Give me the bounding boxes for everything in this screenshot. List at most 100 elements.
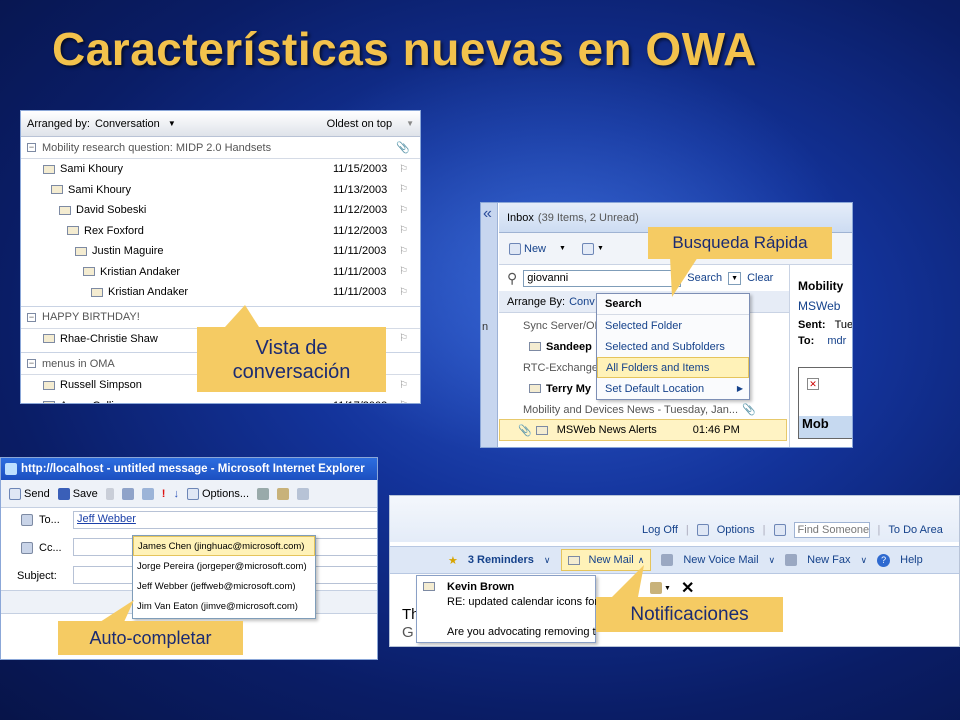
search-icon[interactable]: ⚲ xyxy=(507,270,517,287)
message-row[interactable]: David Sobeski 11/12/2003 ⚐ xyxy=(21,200,420,221)
flag-icon[interactable]: ⚐ xyxy=(399,266,408,277)
options-button[interactable]: Options... xyxy=(186,487,249,500)
conversation-group-header[interactable]: − Mobility research question: MIDP 2.0 Ha… xyxy=(21,137,420,159)
importance-high-icon[interactable]: ! xyxy=(162,488,166,500)
flag-icon[interactable]: ⚐ xyxy=(399,380,408,391)
address-book-icon[interactable] xyxy=(121,487,134,500)
address-book-icon[interactable] xyxy=(773,524,786,536)
search-input[interactable]: giovanni xyxy=(523,269,682,287)
dropdown-item[interactable]: All Folders and Items xyxy=(597,357,749,378)
save-button-label: Save xyxy=(72,487,98,500)
new-voice-mail-button[interactable]: New Voice Mail xyxy=(683,554,758,566)
send-button-label: Send xyxy=(24,487,50,500)
to-recipient[interactable]: Jeff Webber xyxy=(77,513,136,525)
spelling-icon[interactable] xyxy=(297,487,310,500)
to-label[interactable]: To... xyxy=(39,514,60,526)
bell-icon: ★ xyxy=(448,554,458,567)
chevron-down-icon[interactable]: ▼ xyxy=(664,585,671,592)
collapse-icon[interactable]: − xyxy=(27,359,36,368)
options-link[interactable]: Options xyxy=(717,524,755,536)
message-row[interactable]: Sami Khoury 11/13/2003 ⚐ xyxy=(21,180,420,201)
to-field[interactable]: Jeff Webber xyxy=(73,511,377,529)
collapse-icon[interactable]: « xyxy=(481,203,497,222)
flag-icon[interactable]: ⚐ xyxy=(399,333,408,344)
arranged-by-value[interactable]: Conversation xyxy=(95,118,160,130)
chevron-down-icon[interactable]: ▼ xyxy=(728,271,742,285)
preview-image-box: ✕ Mob xyxy=(798,367,852,439)
message-sender: Russell Simpson xyxy=(60,379,142,392)
envelope-icon xyxy=(567,555,580,565)
message-row[interactable]: Kristian Andaker 11/11/2003 ⚐ xyxy=(21,282,420,303)
fax-icon xyxy=(785,554,798,566)
message-row[interactable]: Justin Maguire 11/11/2003 ⚐ xyxy=(21,241,420,262)
envelope-icon xyxy=(423,582,435,591)
conversation-group-header[interactable]: Mobility and Devices News - Tuesday, Jan… xyxy=(499,399,789,420)
send-button[interactable]: Send xyxy=(9,487,50,500)
chevron-down-icon[interactable]: ▼ xyxy=(597,245,604,252)
message-date: 11/11/2003 xyxy=(333,245,387,258)
view-icon xyxy=(581,242,594,255)
message-text: Sandeep xyxy=(546,340,592,353)
autocomplete-suggestion[interactable]: Jim Van Eaton (jimve@microsoft.com) xyxy=(133,596,315,616)
autocomplete-suggestion[interactable]: Jorge Pereira (jorgeper@microsoft.com) xyxy=(133,556,315,576)
chevron-down-icon[interactable]: ∨ xyxy=(544,555,551,566)
flag-icon[interactable]: ⚐ xyxy=(399,225,408,236)
inbox-title: Inbox xyxy=(507,211,534,224)
save-button[interactable]: Save xyxy=(57,487,98,500)
chevron-down-icon[interactable]: ∨ xyxy=(769,555,776,566)
help-link[interactable]: Help xyxy=(900,554,923,566)
sort-order-label[interactable]: Oldest on top xyxy=(327,118,392,130)
flag-icon[interactable]: ⚐ xyxy=(399,400,408,403)
dropdown-item[interactable]: Set Default Location ▶ xyxy=(597,378,749,399)
left-body-text: G xyxy=(402,624,414,641)
collapse-icon[interactable]: − xyxy=(27,143,36,152)
signature-icon[interactable] xyxy=(277,487,290,500)
chevron-down-icon[interactable]: ▼ xyxy=(168,119,176,128)
flag-icon[interactable]: ⚐ xyxy=(399,246,408,257)
preview-sent-label: Sent: xyxy=(798,319,826,331)
dropdown-item[interactable]: Selected and Subfolders xyxy=(597,336,749,357)
clear-button[interactable]: Clear xyxy=(747,272,773,284)
cc-label[interactable]: Cc... xyxy=(39,542,62,554)
suggestion-label: James Chen (jinghuac@microsoft.com) xyxy=(138,540,305,552)
autocomplete-suggestion[interactable]: Jeff Webber (jeffweb@microsoft.com) xyxy=(133,576,315,596)
popup-sender: Kevin Brown xyxy=(447,581,515,593)
flag-icon[interactable]: ⚐ xyxy=(399,164,408,175)
preview-to-value[interactable]: mdr xyxy=(827,335,846,347)
to-do-area-link[interactable]: To Do Area xyxy=(888,524,942,536)
new-button[interactable]: New ▼ xyxy=(509,242,566,255)
chevron-down-icon[interactable]: ∨ xyxy=(861,555,868,566)
chevron-down-icon[interactable]: ▼ xyxy=(559,245,566,252)
autocomplete-suggestion[interactable]: James Chen (jinghuac@microsoft.com) xyxy=(133,536,315,556)
message-date: 11/13/2003 xyxy=(333,183,388,196)
importance-low-icon[interactable]: ↓ xyxy=(173,488,179,500)
envelope-icon xyxy=(43,164,55,174)
selected-message-row[interactable]: 📎 MSWeb News Alerts 01:46 PM xyxy=(499,419,787,441)
arrange-header[interactable]: Arranged by: Conversation ▼ Oldest on to… xyxy=(21,111,420,137)
flag-icon[interactable]: ⚐ xyxy=(399,205,408,216)
chevron-down-icon[interactable]: ▼ xyxy=(406,119,414,128)
save-icon xyxy=(57,487,70,500)
reminders-button[interactable]: 3 Reminders xyxy=(468,554,534,566)
selected-message-time: 01:46 PM xyxy=(692,424,740,436)
attach-icon[interactable] xyxy=(105,487,114,500)
message-row[interactable]: Rex Foxford 11/12/2003 ⚐ xyxy=(21,221,420,242)
find-someone-input[interactable]: Find Someone xyxy=(793,522,870,538)
print-icon[interactable] xyxy=(257,487,270,500)
message-row[interactable]: Sami Khoury 11/15/2003 ⚐ xyxy=(21,159,420,180)
message-row[interactable]: Aaron Colling 11/17/2003 ⚐ xyxy=(21,396,420,403)
message-sender: David Sobeski xyxy=(76,204,147,217)
flag-icon[interactable]: ⚐ xyxy=(399,184,408,195)
arrange-by-value[interactable]: Conv xyxy=(569,296,595,308)
callout-pointer xyxy=(670,257,698,297)
view-button[interactable]: ▼ xyxy=(581,242,604,255)
dropdown-item[interactable]: Selected Folder xyxy=(597,315,749,336)
new-fax-button[interactable]: New Fax xyxy=(807,554,850,566)
check-names-icon[interactable] xyxy=(141,487,154,500)
flag-icon[interactable]: ⚐ xyxy=(399,287,408,298)
collapse-icon[interactable]: − xyxy=(27,312,36,322)
close-icon[interactable]: ✕ xyxy=(681,578,694,598)
log-off-link[interactable]: Log Off xyxy=(642,524,678,536)
message-row[interactable]: Kristian Andaker 11/11/2003 ⚐ xyxy=(21,262,420,283)
new-mail-popup[interactable]: Kevin Brown RE: updated calendar icons f… xyxy=(416,575,597,643)
